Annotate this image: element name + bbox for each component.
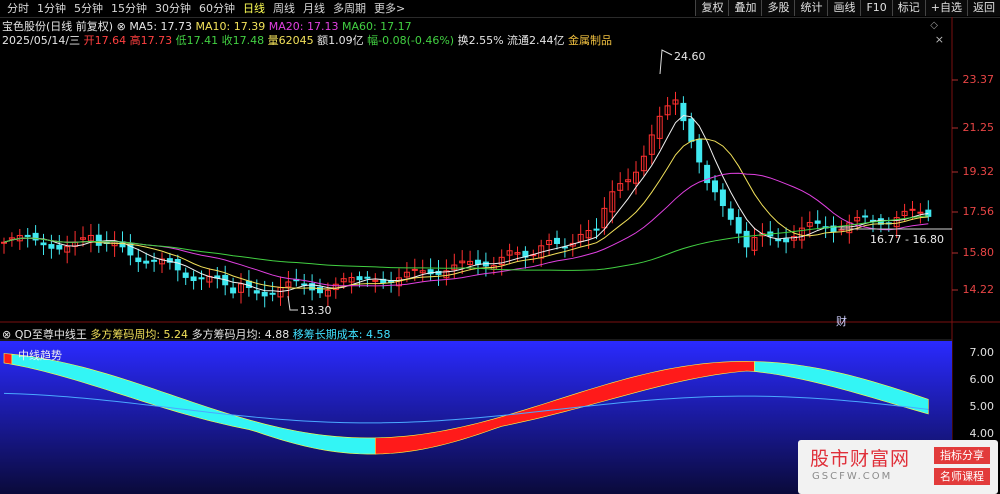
candle-body (909, 208, 916, 211)
candle-body (775, 238, 782, 242)
candle-body (814, 220, 821, 224)
watermark-url: GSCFW.COM (812, 471, 893, 482)
candle-body (269, 292, 276, 295)
quote-close: 收17.48 (221, 34, 265, 47)
finance-marker-icon[interactable]: 财 (836, 313, 847, 329)
high-price-label: 24.60 (674, 50, 706, 63)
candle-body (174, 259, 181, 271)
quote-low: 低17.41 (175, 34, 219, 47)
close-icon[interactable]: × (935, 33, 944, 46)
quote-info-line: 2025/05/14/三 开17.64 高17.73 低17.41 收17.48… (2, 32, 612, 48)
price-tick: 15.80 (962, 246, 995, 259)
candle-body (48, 244, 55, 249)
quote-change: 幅-0.08(-0.46%) (367, 34, 455, 47)
candle-body (190, 276, 197, 282)
candle-body (411, 268, 418, 271)
quote-industry[interactable]: 金属制品 (568, 34, 612, 47)
indicator-line2: 多方筹码月均: 4.88 (191, 328, 290, 341)
candle-body (40, 242, 47, 246)
watermark-logo: 股市财富网 GSCFW.COM 指标分享 名师课程 (798, 440, 998, 494)
candle-body (554, 237, 560, 244)
trend-label: 中线趋势 (18, 349, 62, 362)
candle-body (143, 260, 150, 264)
price-tick: 21.25 (962, 121, 995, 134)
candle-body (862, 215, 869, 218)
quote-amount: 额1.09亿 (317, 34, 364, 47)
quote-open: 开17.64 (83, 34, 127, 47)
candle-body (688, 118, 695, 142)
indicator-header: ⊗ QD至尊中线王 多方筹码周均: 5.24 多方筹码月均: 4.88 移筹长期… (2, 326, 390, 342)
price-tick: 23.37 (962, 73, 995, 86)
candle-body (1, 241, 7, 244)
indicator-band-up (3, 353, 13, 365)
range-label: 16.77 - 16.80 (870, 233, 944, 246)
candle-body (712, 180, 718, 193)
candle-body (475, 259, 481, 265)
indicator-tick: 7.00 (969, 346, 995, 359)
indicator-toggle-icon[interactable]: ⊗ (2, 328, 11, 341)
quote-turnover: 换2.55% (457, 34, 504, 47)
candle-body (151, 259, 158, 262)
candle-body (727, 208, 734, 220)
ma60-line (3, 215, 929, 271)
candle-body (680, 102, 687, 122)
candle-body (135, 257, 142, 263)
quote-high: 高17.73 (129, 34, 173, 47)
watermark-badge-course: 名师课程 (934, 468, 990, 485)
low-pointer (287, 295, 298, 311)
candle-body (719, 189, 726, 207)
candle-body (198, 277, 205, 280)
high-pointer (659, 49, 673, 75)
kline-chart[interactable] (0, 0, 1000, 494)
indicator-line1: 多方筹码周均: 5.24 (90, 328, 189, 341)
indicator-line3: 移筹长期成本: 4.58 (292, 328, 391, 341)
diamond-icon[interactable]: ◇ (930, 20, 938, 31)
candle-body (95, 234, 102, 246)
candle-body (56, 244, 63, 250)
candle-body (301, 283, 308, 286)
ma10-line (3, 138, 929, 290)
candle-body (364, 276, 371, 279)
candle-body (24, 234, 31, 237)
price-tick: 19.32 (962, 165, 995, 178)
ma20-line (3, 172, 929, 287)
watermark-title: 股市财富网 (810, 448, 911, 470)
candle-body (356, 276, 363, 281)
candle-body (593, 228, 600, 231)
quote-float: 流通2.44亿 (507, 34, 565, 47)
candle-body (182, 272, 189, 278)
candle-body (783, 238, 790, 243)
ma5-line (3, 115, 929, 293)
quote-volume: 量62045 (267, 34, 314, 47)
indicator-tick: 4.00 (969, 427, 995, 440)
candle-body (230, 287, 237, 294)
indicator-tick: 6.00 (969, 373, 995, 386)
indicator-tick: 5.00 (969, 400, 995, 413)
low-price-label: 13.30 (300, 304, 332, 317)
candle-body (253, 290, 260, 294)
indicator-name[interactable]: QD至尊中线王 (15, 328, 87, 341)
quote-date: 2025/05/14/三 (2, 34, 81, 47)
price-tick: 17.56 (962, 205, 995, 218)
price-tick: 14.22 (962, 283, 995, 296)
candle-body (743, 230, 750, 248)
candle-body (261, 291, 268, 297)
candle-body (735, 217, 742, 234)
candle-body (696, 138, 703, 163)
candle-body (917, 211, 924, 214)
watermark-badge-share: 指标分享 (934, 447, 990, 464)
